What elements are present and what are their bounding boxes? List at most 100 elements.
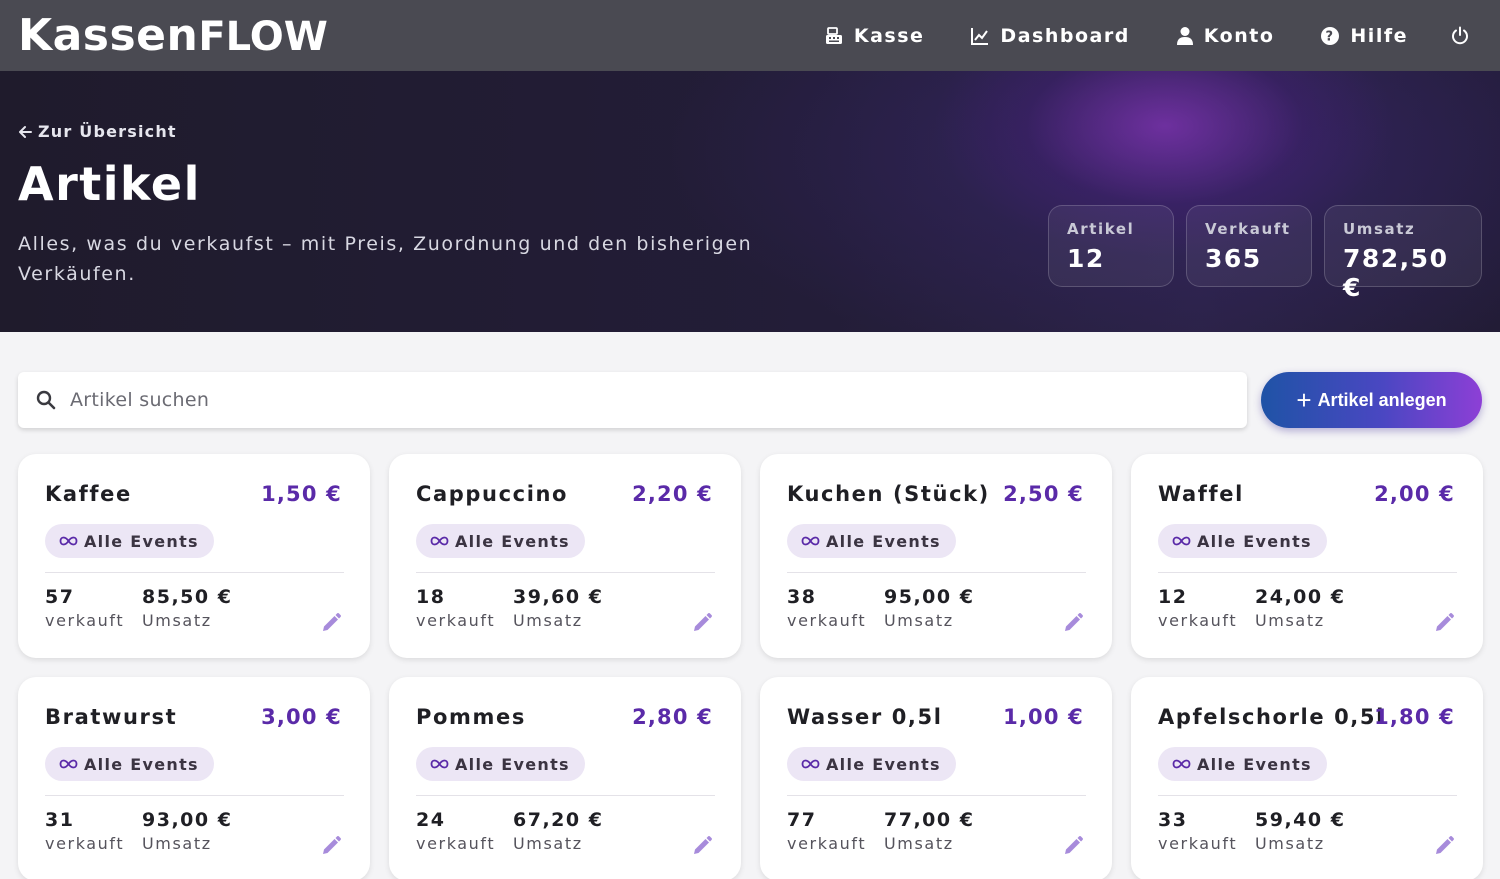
revenue-label: Umsatz bbox=[142, 834, 212, 853]
sold-label: verkauft bbox=[416, 834, 496, 853]
revenue-metric: 24,00 € Umsatz bbox=[1255, 586, 1345, 630]
stat-label: Umsatz bbox=[1343, 220, 1416, 238]
sold-metric: 57 verkauft bbox=[45, 586, 124, 630]
back-link-label: Zur Übersicht bbox=[38, 122, 177, 141]
sold-count: 24 bbox=[416, 809, 446, 831]
event-badge: Alle Events bbox=[416, 524, 585, 558]
article-card[interactable]: Pommes 2,80 € Alle Events 24 verkauft 67… bbox=[389, 677, 741, 879]
revenue-value: 59,40 € bbox=[1255, 809, 1346, 831]
revenue-label: Umsatz bbox=[513, 611, 583, 630]
pencil-icon bbox=[1436, 836, 1454, 854]
sold-count: 12 bbox=[1158, 586, 1188, 608]
event-badge: Alle Events bbox=[1158, 524, 1327, 558]
nav-item-hilfe[interactable]: ? Hilfe bbox=[1320, 25, 1408, 47]
edit-article-button[interactable] bbox=[320, 835, 342, 857]
sold-count: 38 bbox=[787, 586, 817, 608]
article-card[interactable]: Kuchen (Stück) 2,50 € Alle Events 38 ver… bbox=[760, 454, 1112, 658]
stat-card-verkauft: Verkauft 365 bbox=[1186, 205, 1312, 287]
edit-article-button[interactable] bbox=[691, 835, 713, 857]
card-divider bbox=[45, 572, 344, 573]
nav-item-kasse[interactable]: Kasse bbox=[824, 25, 925, 47]
article-card[interactable]: Kaffee 1,50 € Alle Events 57 verkauft 85… bbox=[18, 454, 370, 658]
logout-button[interactable] bbox=[1450, 26, 1470, 46]
sold-count: 31 bbox=[45, 809, 75, 831]
article-card[interactable]: Wasser 0,5l 1,00 € Alle Events 77 verkau… bbox=[760, 677, 1112, 879]
card-divider bbox=[1158, 572, 1457, 573]
edit-article-button[interactable] bbox=[691, 612, 713, 634]
logo-text-kassen: Kassen bbox=[18, 10, 199, 61]
card-divider bbox=[416, 572, 715, 573]
article-name: Apfelschorle 0,5l bbox=[1158, 705, 1385, 729]
stat-card-artikel: Artikel 12 bbox=[1048, 205, 1174, 287]
article-price: 2,20 € bbox=[632, 482, 713, 506]
card-divider bbox=[787, 572, 1086, 573]
event-badge-label: Alle Events bbox=[1197, 531, 1312, 551]
revenue-value: 39,60 € bbox=[513, 586, 604, 608]
article-price: 1,00 € bbox=[1003, 705, 1084, 729]
revenue-label: Umsatz bbox=[884, 611, 954, 630]
sold-count: 77 bbox=[787, 809, 817, 831]
main-nav: Kasse Dashboard Konto ? Hilfe bbox=[778, 0, 1470, 71]
article-card[interactable]: Waffel 2,00 € Alle Events 12 verkauft 24… bbox=[1131, 454, 1483, 658]
nav-label-dashboard: Dashboard bbox=[1000, 24, 1130, 47]
event-badge-label: Alle Events bbox=[455, 531, 570, 551]
revenue-metric: 59,40 € Umsatz bbox=[1255, 809, 1345, 853]
event-badge: Alle Events bbox=[45, 747, 214, 781]
stat-card-umsatz: Umsatz 782,50 € bbox=[1324, 205, 1482, 302]
page-subtitle: Alles, was du verkaufst – mit Preis, Zuo… bbox=[18, 233, 753, 285]
event-badge: Alle Events bbox=[416, 747, 585, 781]
edit-article-button[interactable] bbox=[1433, 612, 1455, 634]
event-badge-label: Alle Events bbox=[826, 531, 941, 551]
revenue-value: 24,00 € bbox=[1255, 586, 1346, 608]
article-card[interactable]: Cappuccino 2,20 € Alle Events 18 verkauf… bbox=[389, 454, 741, 658]
revenue-metric: 67,20 € Umsatz bbox=[513, 809, 603, 853]
revenue-metric: 95,00 € Umsatz bbox=[884, 586, 974, 630]
card-divider bbox=[416, 795, 715, 796]
search-box bbox=[18, 372, 1247, 428]
pencil-icon bbox=[1065, 613, 1083, 631]
article-name: Kuchen (Stück) bbox=[787, 482, 990, 506]
card-divider bbox=[45, 795, 344, 796]
sold-label: verkauft bbox=[787, 611, 867, 630]
sold-metric: 24 verkauft bbox=[416, 809, 495, 853]
pencil-icon bbox=[1436, 613, 1454, 631]
edit-article-button[interactable] bbox=[1433, 835, 1455, 857]
sold-metric: 12 verkauft bbox=[1158, 586, 1237, 630]
page-title: Artikel bbox=[18, 157, 201, 211]
edit-article-button[interactable] bbox=[320, 612, 342, 634]
pencil-icon bbox=[323, 836, 341, 854]
article-card[interactable]: Apfelschorle 0,5l 1,80 € Alle Events 33 … bbox=[1131, 677, 1483, 879]
infinity-icon bbox=[1172, 536, 1191, 546]
infinity-icon bbox=[1172, 759, 1191, 769]
event-badge-label: Alle Events bbox=[455, 754, 570, 774]
revenue-label: Umsatz bbox=[1255, 611, 1325, 630]
nav-item-konto[interactable]: Konto bbox=[1176, 25, 1275, 47]
app-logo[interactable]: KassenFLOW bbox=[18, 12, 328, 61]
event-badge: Alle Events bbox=[1158, 747, 1327, 781]
infinity-icon bbox=[430, 759, 449, 769]
nav-item-dashboard[interactable]: Dashboard bbox=[970, 25, 1129, 47]
event-badge: Alle Events bbox=[787, 747, 956, 781]
article-price: 2,00 € bbox=[1374, 482, 1455, 506]
sold-label: verkauft bbox=[416, 611, 496, 630]
stat-value: 782,50 € bbox=[1343, 244, 1449, 302]
card-divider bbox=[1158, 795, 1457, 796]
stat-label: Artikel bbox=[1067, 220, 1135, 238]
infinity-icon bbox=[801, 759, 820, 769]
back-link[interactable]: Zur Übersicht bbox=[18, 122, 177, 141]
chart-line-icon bbox=[971, 27, 989, 45]
infinity-icon bbox=[59, 536, 78, 546]
article-price: 1,50 € bbox=[261, 482, 342, 506]
revenue-metric: 77,00 € Umsatz bbox=[884, 809, 974, 853]
search-input[interactable] bbox=[70, 389, 1170, 411]
edit-article-button[interactable] bbox=[1062, 612, 1084, 634]
article-card[interactable]: Bratwurst 3,00 € Alle Events 31 verkauft… bbox=[18, 677, 370, 879]
pencil-icon bbox=[1065, 836, 1083, 854]
add-article-button[interactable]: + Artikel anlegen bbox=[1261, 372, 1482, 428]
sold-count: 18 bbox=[416, 586, 446, 608]
article-name: Waffel bbox=[1158, 482, 1244, 506]
edit-article-button[interactable] bbox=[1062, 835, 1084, 857]
article-name: Cappuccino bbox=[416, 482, 569, 506]
logo-text-flow: FLOW bbox=[198, 14, 328, 60]
cash-register-icon bbox=[825, 26, 842, 44]
